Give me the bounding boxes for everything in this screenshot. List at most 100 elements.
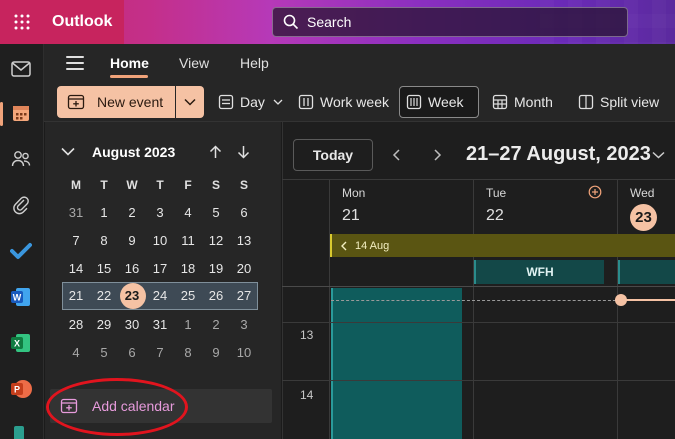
split-view-button[interactable]: Split view [572,86,665,118]
next-week-icon[interactable] [431,148,443,162]
new-event-dropdown[interactable] [176,86,204,118]
mini-calendar-day[interactable]: 2 [202,311,230,339]
mini-calendar-day[interactable]: 21 [62,282,90,310]
day-number-mon[interactable]: 21 [342,207,360,225]
mini-calendar-day[interactable]: 29 [90,311,118,339]
mini-calendar-day[interactable]: 23 [118,282,146,310]
app-launcher-button[interactable] [0,0,44,44]
wfh-event[interactable]: WFH [474,260,604,284]
mini-calendar-day[interactable]: 12 [202,227,230,255]
previous-week-icon[interactable] [391,148,403,162]
mini-calendar-day[interactable]: 17 [146,255,174,283]
day-view-button[interactable]: Day [212,86,289,118]
mini-calendar-day[interactable]: 24 [146,282,174,310]
calendar-icon[interactable] [8,100,34,126]
mini-calendar-day[interactable]: 6 [118,339,146,367]
mini-calendar-day[interactable]: 15 [90,255,118,283]
weekday-label: W [126,178,138,192]
mini-calendar-day[interactable]: 26 [202,282,230,310]
mini-calendar-day[interactable]: 27 [230,282,258,310]
mini-calendar-day[interactable]: 13 [230,227,258,255]
week-label: Week [428,94,464,110]
teams-icon[interactable] [8,418,34,439]
mini-calendar-day[interactable]: 1 [90,199,118,227]
new-event-label: New event [97,94,164,110]
grid-top-border [282,286,675,287]
collapse-chevron-icon[interactable] [61,147,75,156]
app-rail: W X P [0,44,44,439]
tab-help[interactable]: Help [240,55,269,71]
day-number-tue[interactable]: 22 [486,207,504,225]
mini-calendar-day[interactable]: 16 [118,255,146,283]
svg-text:W: W [13,293,22,303]
work-week-button[interactable]: Work week [292,86,395,118]
tab-home[interactable]: Home [110,55,149,71]
mini-calendar-day[interactable]: 3 [230,311,258,339]
mini-calendar-day[interactable]: 6 [230,199,258,227]
mini-calendar-day[interactable]: 31 [146,311,174,339]
mail-icon[interactable] [8,56,34,82]
mini-calendar-day[interactable]: 25 [174,282,202,310]
mini-calendar-day[interactable]: 5 [90,339,118,367]
mini-calendar-day[interactable]: 4 [174,199,202,227]
mini-calendar-day[interactable]: 11 [174,227,202,255]
mini-calendar-day[interactable]: 18 [174,255,202,283]
hour-gridline [282,322,675,323]
month-label: Month [514,94,553,110]
mini-calendar-day[interactable]: 8 [174,339,202,367]
today-button[interactable]: Today [293,139,373,171]
app-name[interactable]: Outlook [44,0,124,44]
mini-calendar-day[interactable]: 20 [230,255,258,283]
mini-calendar-day[interactable]: 3 [146,199,174,227]
todo-icon[interactable] [8,238,34,264]
search-input[interactable]: Search [272,7,628,37]
column-divider [617,180,618,439]
mini-calendar-day[interactable]: 10 [230,339,258,367]
calendar-event-block[interactable] [331,288,462,439]
attachment-icon[interactable] [8,192,34,218]
arrow-down-icon[interactable] [237,145,250,159]
excel-icon[interactable]: X [8,330,34,356]
mini-calendar-day[interactable]: 2 [118,199,146,227]
mini-calendar-day[interactable]: 28 [62,311,90,339]
week-view-icon [406,94,422,110]
powerpoint-icon[interactable]: P [8,376,34,402]
hour-label-13: 13 [300,328,314,342]
mini-calendar-day[interactable]: 7 [62,227,90,255]
word-icon[interactable]: W [8,284,34,310]
mini-calendar-day[interactable]: 10 [146,227,174,255]
mini-calendar-day[interactable]: 30 [118,311,146,339]
weekday-label: S [211,178,220,192]
arrow-up-icon[interactable] [209,145,222,159]
mini-calendar-day[interactable]: 14 [62,255,90,283]
tab-view[interactable]: View [179,55,209,71]
month-button[interactable]: Month [486,86,559,118]
mini-calendar-day[interactable]: 9 [202,339,230,367]
mini-calendar-day[interactable]: 19 [202,255,230,283]
mini-calendar-month[interactable]: August 2023 [92,144,175,160]
mini-calendar-day[interactable]: 1 [174,311,202,339]
new-event-button[interactable]: New event [57,86,175,118]
mini-calendar-day[interactable]: 4 [62,339,90,367]
sidebar-next-item [62,430,262,439]
date-range-title[interactable]: 21–27 August, 2023 [466,143,651,166]
mini-calendar-day[interactable]: 7 [146,339,174,367]
chevron-down-icon[interactable] [652,151,665,159]
week-button[interactable]: Week [399,86,479,118]
wfh-event-wed[interactable] [618,260,675,284]
mini-calendar-day[interactable]: 31 [62,199,90,227]
waffle-icon [14,14,30,30]
day-number-wed[interactable]: 23 [630,204,657,231]
people-icon[interactable] [8,146,34,172]
search-icon [283,14,299,30]
mini-calendar-day[interactable]: 5 [202,199,230,227]
mini-calendar-day[interactable]: 8 [90,227,118,255]
mini-calendar-day[interactable]: 22 [90,282,118,310]
weekday-label: T [100,178,108,192]
weekday-label: M [71,178,81,192]
add-event-icon[interactable] [588,185,602,199]
mini-calendar-day[interactable]: 9 [118,227,146,255]
all-day-event[interactable]: 14 Aug [330,234,675,257]
hamburger-menu-icon[interactable] [66,56,84,70]
weekday-label: F [184,178,192,192]
